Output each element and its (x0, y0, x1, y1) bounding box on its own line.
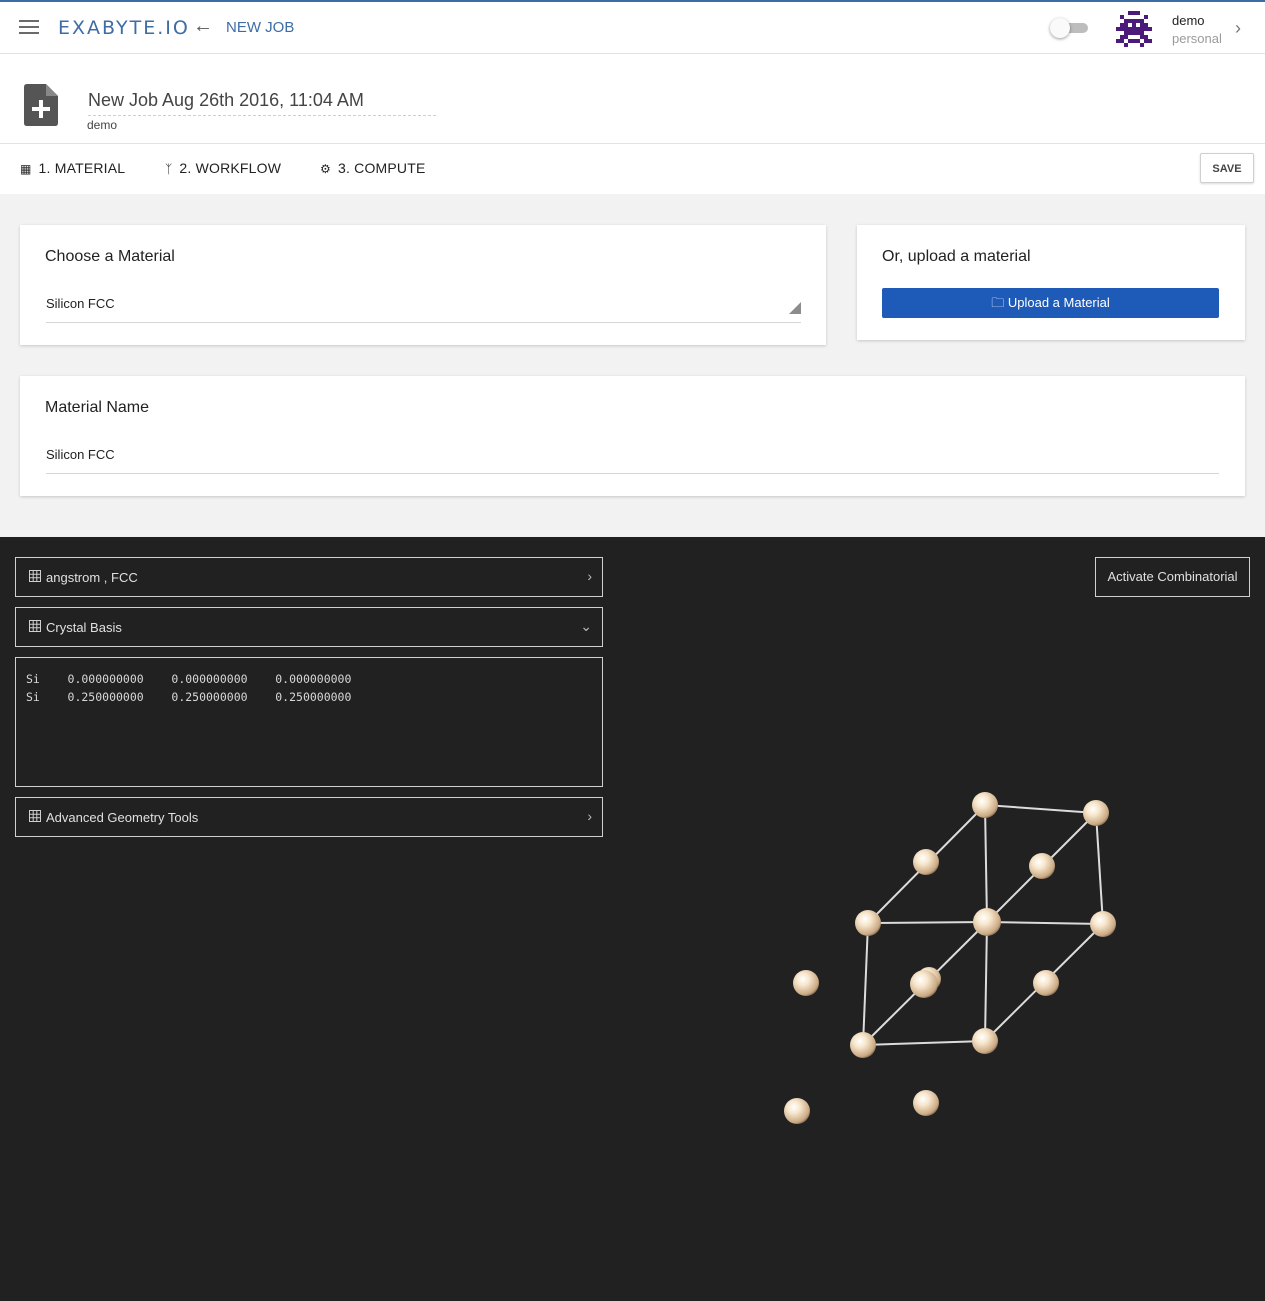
app-logo[interactable]: EXABYTE.IO (58, 17, 190, 39)
upload-material-title: Or, upload a material (882, 248, 1031, 265)
material-name-title: Material Name (45, 399, 150, 416)
material-select-value: Silicon FCC (46, 296, 115, 311)
tab-workflow[interactable]: ᛉ 2. WORKFLOW (165, 160, 281, 176)
save-button[interactable]: SAVE (1200, 153, 1254, 183)
gear-icon: ⚙ (320, 162, 331, 176)
job-title[interactable]: New Job Aug 26th 2016, 11:04 AM (88, 90, 436, 116)
upload-material-label: Upload a Material (1007, 295, 1110, 310)
table-icon (29, 810, 41, 822)
crystal-basis-editor[interactable]: Si 0.000000000 0.000000000 0.000000000 S… (15, 657, 603, 787)
choose-material-title: Choose a Material (45, 248, 175, 265)
tab-material[interactable]: ▦ 1. MATERIAL (20, 160, 125, 176)
lattice-panel-label: angstrom , FCC (46, 570, 138, 585)
upload-material-button[interactable]: 🗀 Upload a Material (882, 288, 1219, 318)
structure-viewer[interactable]: angstrom , FCC › Crystal Basis ⌄ Si 0.00… (0, 537, 1265, 1301)
choose-material-card: Choose a Material Silicon FCC (20, 225, 826, 345)
chevron-right-icon: › (587, 808, 592, 824)
lattice-panel[interactable]: angstrom , FCC › (15, 557, 603, 597)
table-icon (29, 570, 41, 582)
advanced-geometry-panel[interactable]: Advanced Geometry Tools › (15, 797, 603, 837)
workflow-fork-icon: ᛉ (165, 162, 173, 176)
breadcrumb: NEW JOB (226, 19, 295, 36)
avatar[interactable] (1116, 11, 1152, 47)
tab-compute[interactable]: ⚙ 3. COMPUTE (320, 160, 426, 176)
activate-combinatorial-button[interactable]: Activate Combinatorial (1095, 557, 1250, 597)
material-name-input[interactable]: Silicon FCC (46, 447, 1219, 474)
user-account: personal (1172, 31, 1222, 46)
theme-toggle[interactable] (1050, 18, 1090, 38)
job-header: New Job Aug 26th 2016, 11:04 AM demo (0, 54, 1265, 144)
grid-icon: ▦ (20, 162, 32, 176)
user-name[interactable]: demo (1172, 13, 1205, 28)
job-tabs: ▦ 1. MATERIAL ᛉ 2. WORKFLOW ⚙ 3. COMPUTE (0, 144, 1265, 194)
crystal-basis-panel[interactable]: Crystal Basis ⌄ (15, 607, 603, 647)
top-app-bar: EXABYTE.IO ← NEW JOB demo personal › (0, 0, 1265, 54)
back-arrow-icon[interactable]: ← (193, 15, 213, 38)
crystal-basis-label: Crystal Basis (46, 620, 122, 635)
material-select[interactable]: Silicon FCC (46, 296, 801, 323)
tab-workflow-label: 2. WORKFLOW (179, 160, 282, 176)
tab-compute-label: 3. COMPUTE (337, 160, 426, 176)
upload-material-card: Or, upload a material 🗀 Upload a Materia… (857, 225, 1245, 340)
material-name-card: Material Name Silicon FCC (20, 376, 1245, 496)
tab-material-label: 1. MATERIAL (38, 160, 126, 176)
crystal-structure-canvas[interactable] (0, 537, 1265, 1301)
menu-icon[interactable] (19, 20, 39, 36)
chevron-down-icon: ⌄ (580, 618, 592, 634)
job-owner: demo (87, 118, 118, 132)
new-document-icon (24, 84, 58, 126)
dropdown-arrow-icon (789, 302, 801, 314)
chevron-right-icon[interactable]: › (1235, 18, 1241, 39)
folder-icon: 🗀 (991, 295, 1005, 310)
advanced-geometry-label: Advanced Geometry Tools (46, 810, 199, 825)
table-icon (29, 620, 41, 632)
chevron-right-icon: › (587, 568, 592, 584)
